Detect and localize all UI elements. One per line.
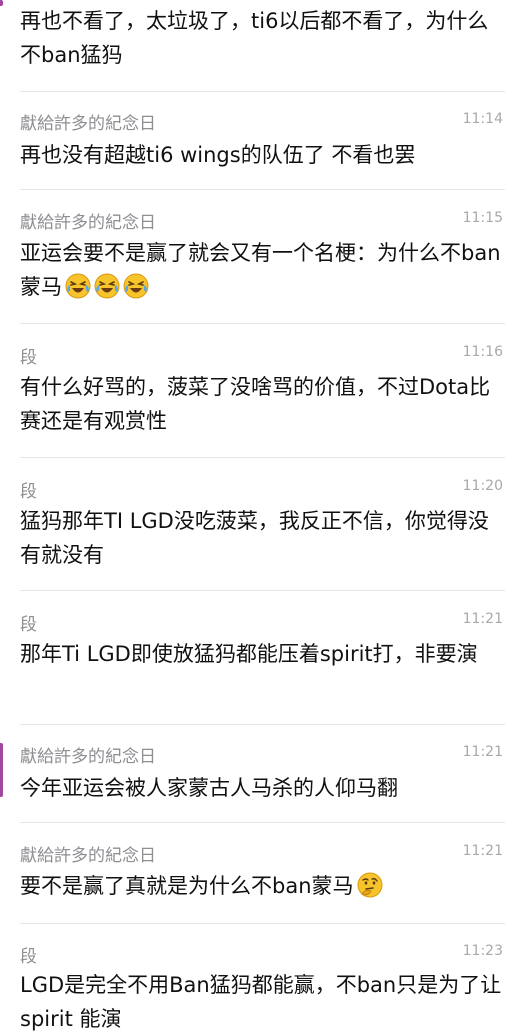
message-sender[interactable]: 段: [20, 343, 37, 368]
message-sender[interactable]: 獻給許多的紀念日: [20, 109, 156, 134]
message-time: 11:15: [462, 210, 503, 226]
message-text: LGD是完全不用Ban猛犸都能赢，不ban只是为了让spirit 能演: [20, 973, 502, 1031]
message-time: 11:21: [462, 843, 503, 859]
message-time: 11:16: [462, 344, 503, 360]
laughing-crying-emoji: [65, 273, 91, 299]
message-text-container: 要不是赢了真就是为什么不ban蒙马: [20, 869, 506, 903]
message-time: 11:21: [462, 744, 503, 760]
message-text: 再也没有超越ti6 wings的队伍了 不看也罢: [20, 143, 416, 167]
message-time: 11:20: [462, 478, 503, 494]
message-item[interactable]: 獻給許多的紀念日 11:21 要不是赢了真就是为什么不ban蒙马: [0, 823, 527, 924]
message-item[interactable]: 段 11:23 LGD是完全不用Ban猛犸都能赢，不ban只是为了让spirit…: [0, 924, 527, 1031]
message-time: 11:14: [462, 111, 503, 127]
message-item[interactable]: 段 11:21 那年Ti LGD即使放猛犸都能压着spirit打，非要演: [0, 591, 527, 725]
message-sender[interactable]: 獻給許多的紀念日: [20, 742, 156, 767]
message-text: 猛犸那年TI LGD没吃菠菜，我反正不信，你觉得没有就没有: [20, 509, 489, 567]
message-item[interactable]: 段 11:16 有什么好骂的，菠菜了没啥骂的价值，不过Dota比赛还是有观赏性: [0, 324, 527, 458]
message-sender[interactable]: 段: [20, 942, 37, 967]
laughing-crying-emoji: [94, 273, 120, 299]
message-accent-bar: [0, 0, 3, 6]
message-text-container: 亚运会要不是赢了就会又有一个名梗：为什么不ban蒙马: [20, 236, 506, 304]
message-text: 再也不看了，太垃圾了，ti6以后都不看了，为什么不ban猛犸: [20, 9, 489, 67]
message-item[interactable]: 獻給許多的紀念日 11:15 亚运会要不是赢了就会又有一个名梗：为什么不ban蒙…: [0, 190, 527, 324]
message-item[interactable]: 獻給許多的紀念日 11:21 今年亚运会被人家蒙古人马杀的人仰马翻: [0, 725, 527, 823]
message-sender[interactable]: 獻給許多的紀念日: [20, 841, 156, 866]
message-time: 11:23: [462, 943, 503, 959]
emoji-row: [357, 872, 383, 898]
message-sender[interactable]: 段: [20, 610, 37, 635]
laughing-crying-emoji: [123, 273, 149, 299]
message-item[interactable]: 段 11:20 猛犸那年TI LGD没吃菠菜，我反正不信，你觉得没有就没有: [0, 458, 527, 591]
message-text: 有什么好骂的，菠菜了没啥骂的价值，不过Dota比赛还是有观赏性: [20, 375, 491, 433]
message-item[interactable]: 獻給許多的紀念日 11:14 再也没有超越ti6 wings的队伍了 不看也罢: [0, 92, 527, 190]
thinking-emoji: [357, 872, 383, 898]
message-accent-bar: [0, 743, 3, 797]
message-text: 那年Ti LGD即使放猛犸都能压着spirit打，非要演: [20, 642, 478, 666]
message-time: 11:21: [462, 611, 503, 627]
message-text: 今年亚运会被人家蒙古人马杀的人仰马翻: [20, 776, 398, 800]
emoji-row: [65, 273, 149, 299]
message-text: 要不是赢了真就是为什么不ban蒙马: [20, 874, 354, 898]
message-sender[interactable]: 段: [20, 477, 37, 502]
message-sender[interactable]: 獻給許多的紀念日: [20, 208, 156, 233]
message-item[interactable]: 再也不看了，太垃圾了，ti6以后都不看了，为什么不ban猛犸: [0, 0, 527, 92]
